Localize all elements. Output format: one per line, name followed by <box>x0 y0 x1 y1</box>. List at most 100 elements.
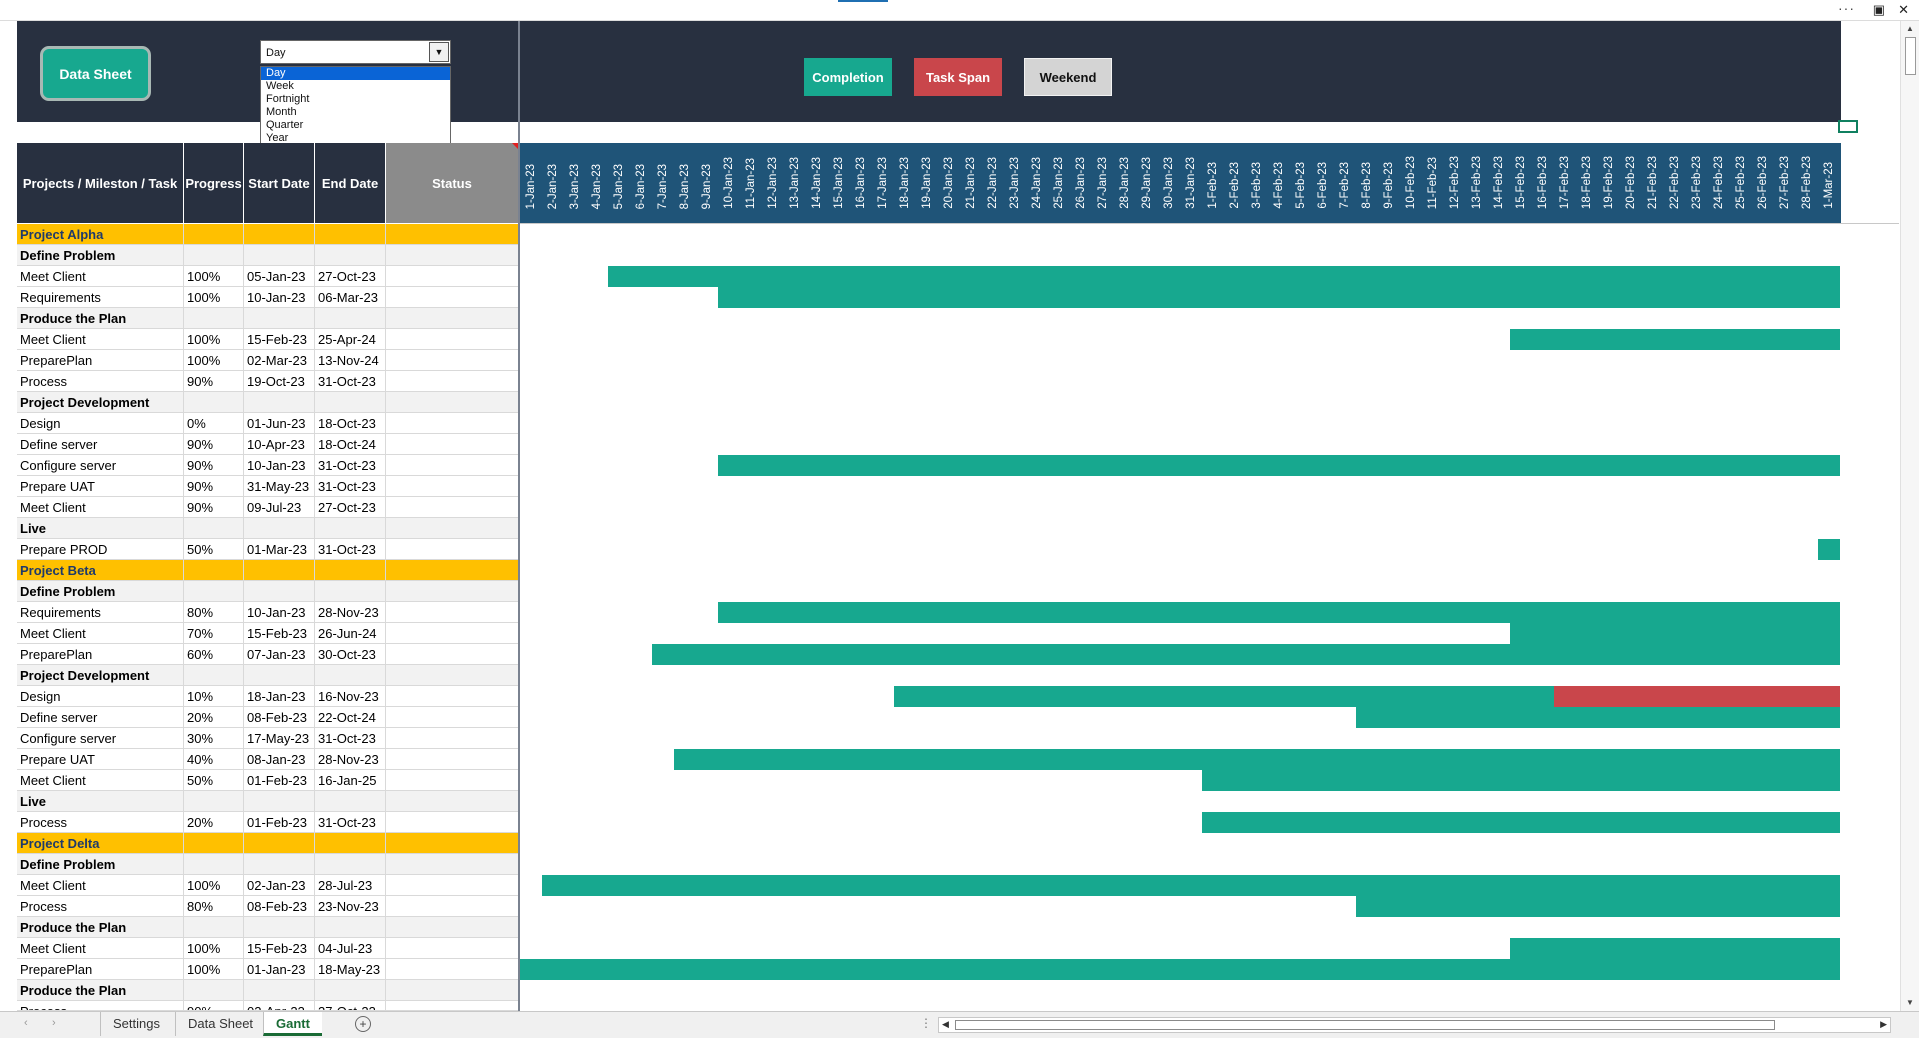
cell-progress[interactable] <box>184 854 244 875</box>
cell-end[interactable]: 06-Mar-23 <box>315 287 386 308</box>
header-end-date[interactable]: End Date <box>315 143 386 223</box>
date-column-header[interactable]: 21-Jan-23 <box>960 143 982 223</box>
date-column-header[interactable]: 2-Jan-23 <box>542 143 564 223</box>
date-column-header[interactable]: 27-Feb-23 <box>1774 143 1796 223</box>
cell-progress[interactable]: 60% <box>184 644 244 665</box>
table-row[interactable]: Meet Client 100% 02-Jan-23 28-Jul-23 <box>17 875 519 896</box>
date-column-header[interactable]: 31-Jan-23 <box>1180 143 1202 223</box>
date-column-header[interactable]: 11-Feb-23 <box>1422 143 1444 223</box>
milestone-row[interactable]: Define Problem <box>17 245 519 266</box>
cell-name[interactable]: Prepare UAT <box>17 749 184 770</box>
date-column-header[interactable]: 6-Jan-23 <box>630 143 652 223</box>
table-row[interactable]: Requirements 100% 10-Jan-23 06-Mar-23 <box>17 287 519 308</box>
cell-progress[interactable]: 100% <box>184 938 244 959</box>
dropdown-option[interactable]: Month <box>261 106 450 119</box>
cell-start[interactable] <box>244 665 315 686</box>
cell-progress[interactable]: 20% <box>184 707 244 728</box>
cell-name[interactable]: Process <box>17 896 184 917</box>
date-column-header[interactable]: 10-Feb-23 <box>1400 143 1422 223</box>
cell-end[interactable]: 16-Nov-23 <box>315 686 386 707</box>
cell-status[interactable] <box>386 329 519 350</box>
cell-status[interactable] <box>386 896 519 917</box>
cell-start[interactable]: 02-Jan-23 <box>244 875 315 896</box>
cell-name[interactable]: Prepare UAT <box>17 476 184 497</box>
cell-status[interactable] <box>386 518 519 539</box>
cell-start[interactable] <box>244 224 315 245</box>
cell-name[interactable]: Produce the Plan <box>17 308 184 329</box>
cell-status[interactable] <box>386 392 519 413</box>
table-row[interactable]: PreparePlan 100% 01-Jan-23 18-May-23 <box>17 959 519 980</box>
cell-status[interactable] <box>386 665 519 686</box>
date-column-header[interactable]: 19-Feb-23 <box>1598 143 1620 223</box>
date-column-header[interactable]: 4-Feb-23 <box>1268 143 1290 223</box>
cell-end[interactable]: 18-Oct-24 <box>315 434 386 455</box>
cell-end[interactable]: 23-Nov-23 <box>315 896 386 917</box>
cell-name[interactable]: Project Beta <box>17 560 184 581</box>
cell-name[interactable]: Project Development <box>17 392 184 413</box>
cell-start[interactable]: 18-Jan-23 <box>244 686 315 707</box>
dropdown-option[interactable]: Week <box>261 80 450 93</box>
cell-progress[interactable]: 70% <box>184 623 244 644</box>
cell-start[interactable] <box>244 917 315 938</box>
header-task[interactable]: Projects / Mileston / Task <box>17 143 184 223</box>
cell-start[interactable]: 08-Jan-23 <box>244 749 315 770</box>
timescale-dropdown[interactable]: Day ▼ <box>260 40 451 64</box>
cell-name[interactable]: Process <box>17 812 184 833</box>
table-row[interactable]: Process90%02-Apr-2327-Oct-23 <box>17 1001 519 1011</box>
cell-status[interactable] <box>386 938 519 959</box>
table-row[interactable]: Meet Client 100% 15-Feb-23 25-Apr-24 <box>17 329 519 350</box>
cell-status[interactable] <box>386 1001 519 1010</box>
date-column-header[interactable]: 25-Jan-23 <box>1048 143 1070 223</box>
cell-end[interactable]: 16-Jan-25 <box>315 770 386 791</box>
cell-start[interactable]: 01-Feb-23 <box>244 770 315 791</box>
cell-end[interactable] <box>315 665 386 686</box>
cell-progress[interactable]: 10% <box>184 686 244 707</box>
timescale-dropdown-list[interactable]: Day Week Fortnight Month Quarter Year <box>260 66 451 144</box>
cell-name[interactable]: Requirements <box>17 287 184 308</box>
cell-status[interactable] <box>386 812 519 833</box>
cell-end[interactable]: 18-May-23 <box>315 959 386 980</box>
date-column-header[interactable]: 28-Feb-23 <box>1796 143 1818 223</box>
cell-end[interactable]: 26-Jun-24 <box>315 623 386 644</box>
vertical-scrollbar[interactable]: ▲ ▼ <box>1900 21 1919 1011</box>
scroll-down-icon[interactable]: ▼ <box>1906 998 1914 1007</box>
date-column-header[interactable]: 13-Feb-23 <box>1466 143 1488 223</box>
prev-sheet-icon[interactable]: ‹ <box>24 1017 28 1029</box>
cell-status[interactable] <box>386 287 519 308</box>
project-row[interactable]: Project Beta <box>17 560 519 581</box>
date-column-header[interactable]: 14-Feb-23 <box>1488 143 1510 223</box>
cell-status[interactable] <box>386 875 519 896</box>
project-row[interactable]: Project Alpha <box>17 224 519 245</box>
cell-name[interactable]: PreparePlan <box>17 959 184 980</box>
cell-end[interactable]: 31-Oct-23 <box>315 539 386 560</box>
cell-status[interactable] <box>386 602 519 623</box>
cell-progress[interactable] <box>184 917 244 938</box>
ellipsis-icon[interactable]: ··· <box>1838 0 1855 16</box>
table-row[interactable]: Prepare UAT 90% 31-May-23 31-Oct-23 <box>17 476 519 497</box>
completion-legend-button[interactable]: Completion <box>804 58 892 96</box>
date-column-header[interactable]: 1-Feb-23 <box>1202 143 1224 223</box>
cell-status[interactable] <box>386 497 519 518</box>
cell-progress[interactable]: 80% <box>184 602 244 623</box>
cell-status[interactable] <box>386 707 519 728</box>
cell-status[interactable] <box>386 749 519 770</box>
date-column-header[interactable]: 5-Feb-23 <box>1290 143 1312 223</box>
date-column-header[interactable]: 10-Jan-23 <box>718 143 740 223</box>
cell-start[interactable] <box>244 833 315 854</box>
cell-end[interactable]: 13-Nov-24 <box>315 350 386 371</box>
date-column-header[interactable]: 1-Jan-23 <box>520 143 542 223</box>
date-column-header[interactable]: 11-Jan-23 <box>740 143 762 223</box>
cell-name[interactable]: Configure server <box>17 728 184 749</box>
cell-name[interactable]: Define Problem <box>17 581 184 602</box>
cell-start[interactable]: 01-Feb-23 <box>244 812 315 833</box>
table-row[interactable]: Define server 20% 08-Feb-23 22-Oct-24 <box>17 707 519 728</box>
date-column-header[interactable]: 15-Jan-23 <box>828 143 850 223</box>
date-column-header[interactable]: 20-Feb-23 <box>1620 143 1642 223</box>
table-row[interactable]: Process 20% 01-Feb-23 31-Oct-23 <box>17 812 519 833</box>
cell-status[interactable] <box>386 476 519 497</box>
cell-progress[interactable]: 80% <box>184 896 244 917</box>
cell-status[interactable] <box>386 245 519 266</box>
date-column-header[interactable]: 18-Feb-23 <box>1576 143 1598 223</box>
task-span-legend-button[interactable]: Task Span <box>914 58 1002 96</box>
table-row[interactable]: Meet Client 90% 09-Jul-23 27-Oct-23 <box>17 497 519 518</box>
